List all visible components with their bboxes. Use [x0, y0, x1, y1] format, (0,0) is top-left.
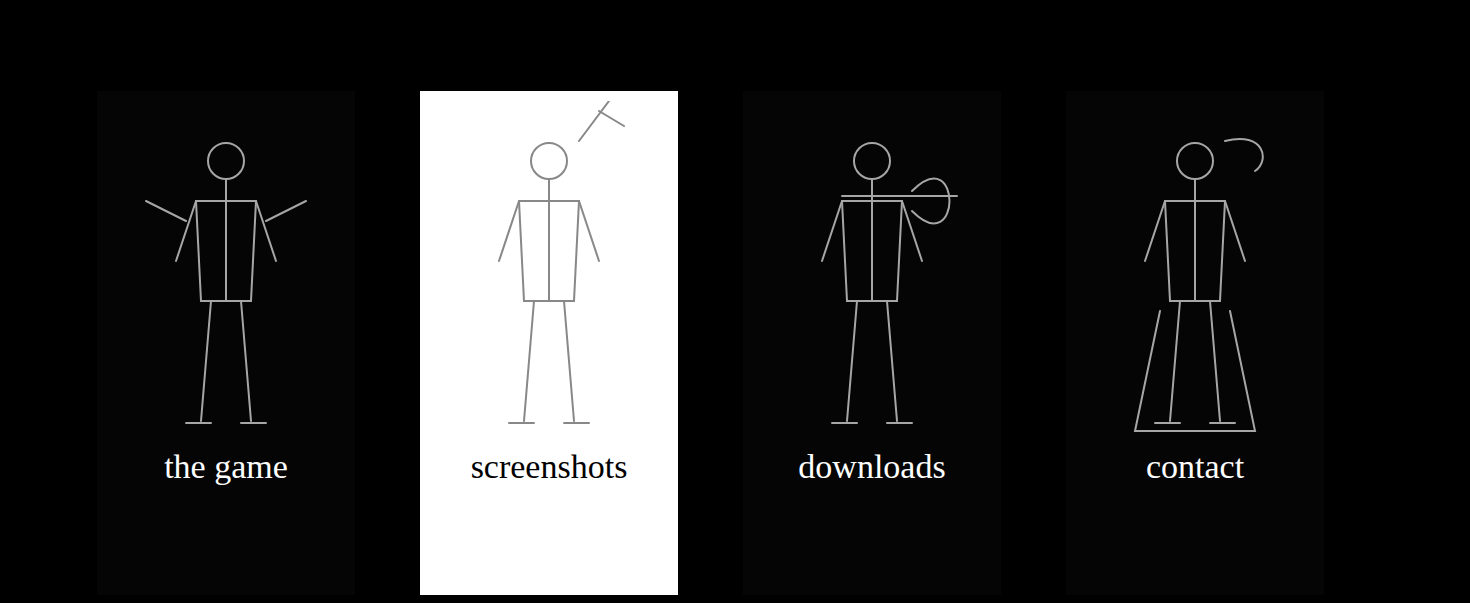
nav-panel[interactable]: screenshots — [420, 91, 678, 595]
character-sketch-icon — [126, 101, 326, 441]
character-sketch-icon — [772, 101, 972, 441]
nav-panel[interactable]: the game — [97, 91, 355, 595]
nav-label[interactable]: screenshots — [463, 445, 636, 489]
page: the game screenshots downloads contact — [0, 0, 1470, 603]
character-sketch-icon — [449, 101, 649, 441]
nav-label[interactable]: the game — [156, 445, 296, 489]
panel-illustration — [449, 101, 649, 441]
character-sketch-icon — [1095, 101, 1295, 441]
nav-panel[interactable]: downloads — [743, 91, 1001, 595]
panel-illustration — [772, 101, 972, 441]
nav-label[interactable]: contact — [1138, 445, 1252, 489]
nav-panel[interactable]: contact — [1066, 91, 1324, 595]
panel-illustration — [1095, 101, 1295, 441]
panel-illustration — [126, 101, 326, 441]
nav-label[interactable]: downloads — [790, 445, 953, 489]
